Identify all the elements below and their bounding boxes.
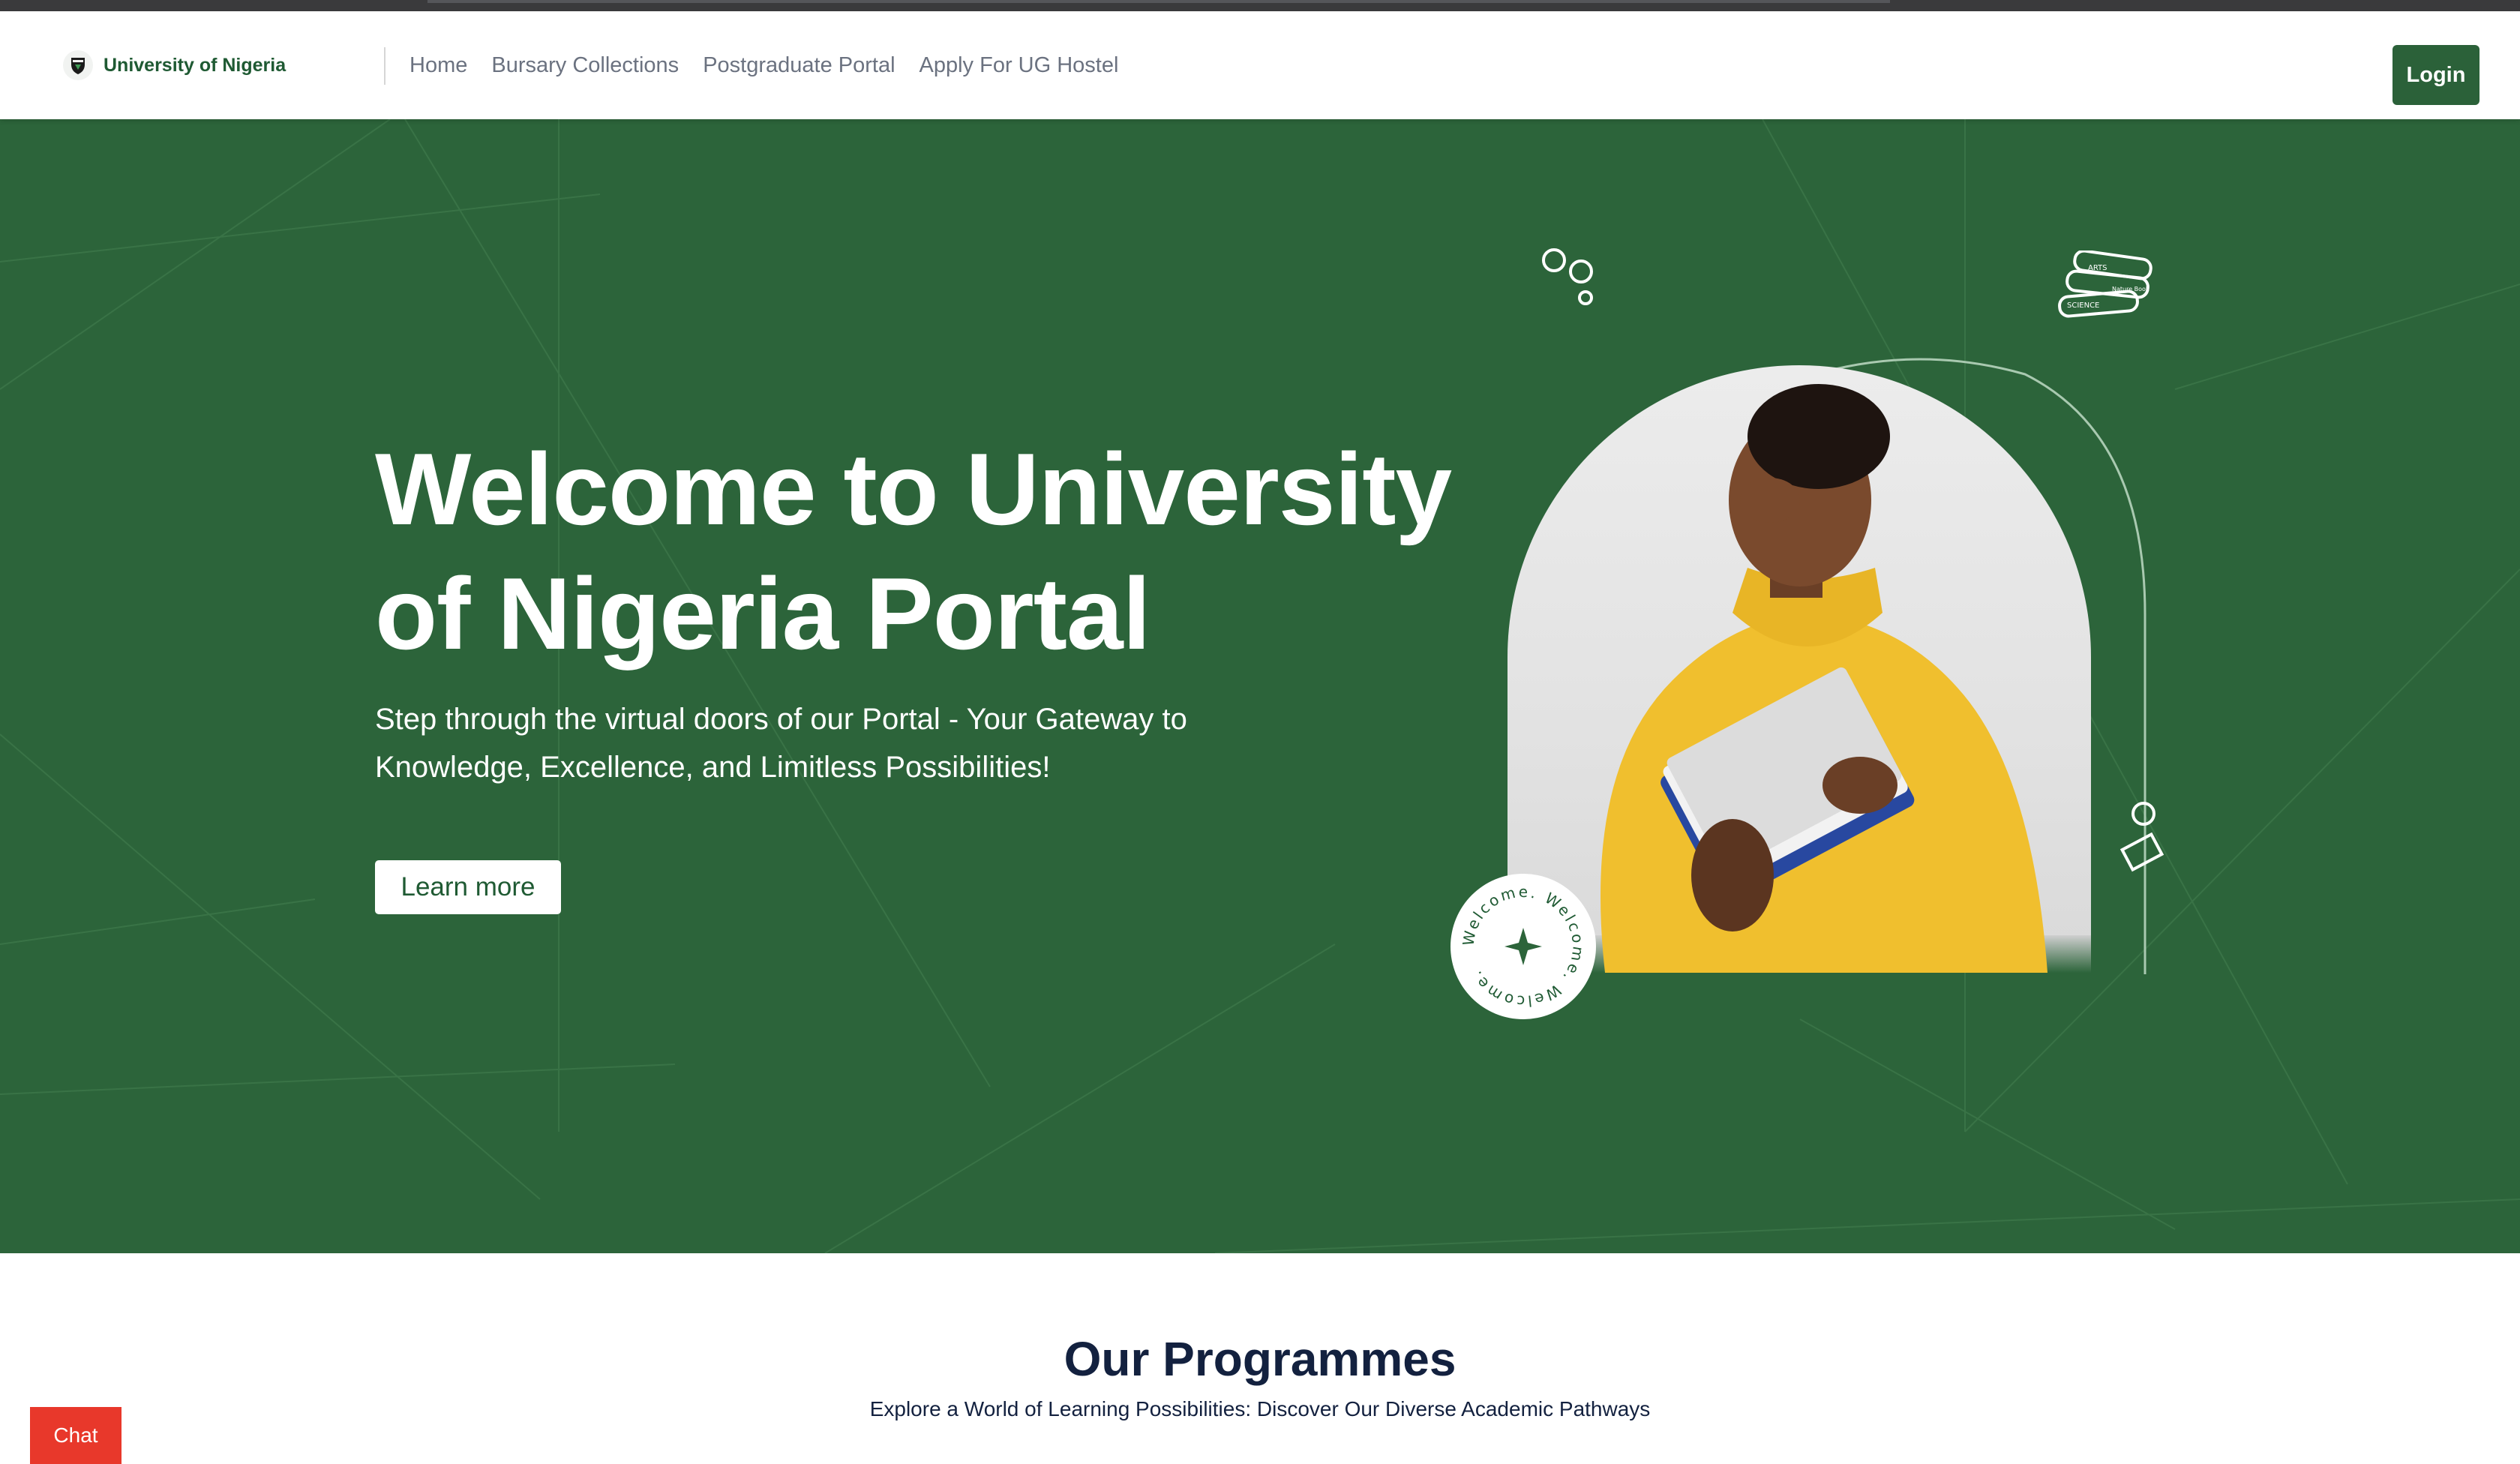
shapes-icon <box>2120 802 2164 872</box>
main-nav: Home Bursary Collections Postgraduate Po… <box>410 49 1118 82</box>
hero-title: Welcome to University of Nigeria Portal <box>375 432 1452 670</box>
chat-button[interactable]: Chat <box>30 1407 122 1464</box>
book-label-arts: ARTS <box>2088 264 2108 272</box>
nav-link-bursary-collections[interactable]: Bursary Collections <box>491 53 679 78</box>
programmes-subtitle: Explore a World of Learning Possibilitie… <box>869 1397 1651 1420</box>
learn-more-button[interactable]: Learn more <box>375 860 561 914</box>
browser-top-strip <box>0 0 2520 11</box>
book-label-science: SCIENCE <box>2067 302 2099 310</box>
nav-divider <box>384 47 386 85</box>
bubbles-icon <box>1542 248 1593 305</box>
brand-name: University of Nigeria <box>104 54 286 76</box>
crest-icon <box>63 50 93 80</box>
programmes-title: Our Programmes <box>1064 1332 1456 1386</box>
programmes-section: Our Programmes Explore a World of Learni… <box>0 1253 2520 1464</box>
top-strip-bar <box>428 0 1890 3</box>
navbar: University of Nigeria Home Bursary Colle… <box>0 11 2520 119</box>
hero-section: Welcome to University of Nigeria Portal … <box>0 119 2520 1253</box>
hero-illustration: ARTS Nature Book SCIENCE Welcome. Welcom… <box>1440 248 2190 1169</box>
books-stack-icon: ARTS Nature Book SCIENCE <box>2058 250 2152 318</box>
welcome-badge: Welcome. Welcome. Welcome. <box>1450 874 1596 1019</box>
hero-subtitle: Step through the virtual doors of our Po… <box>375 703 1187 784</box>
nav-link-home[interactable]: Home <box>410 53 467 78</box>
brand[interactable]: University of Nigeria <box>63 49 286 82</box>
login-button[interactable]: Login <box>2392 45 2480 105</box>
book-label-nature: Nature Book <box>2112 286 2150 292</box>
star-icon <box>1504 928 1542 965</box>
nav-link-postgraduate-portal[interactable]: Postgraduate Portal <box>703 53 895 78</box>
nav-link-apply-ug-hostel[interactable]: Apply For UG Hostel <box>920 53 1119 78</box>
